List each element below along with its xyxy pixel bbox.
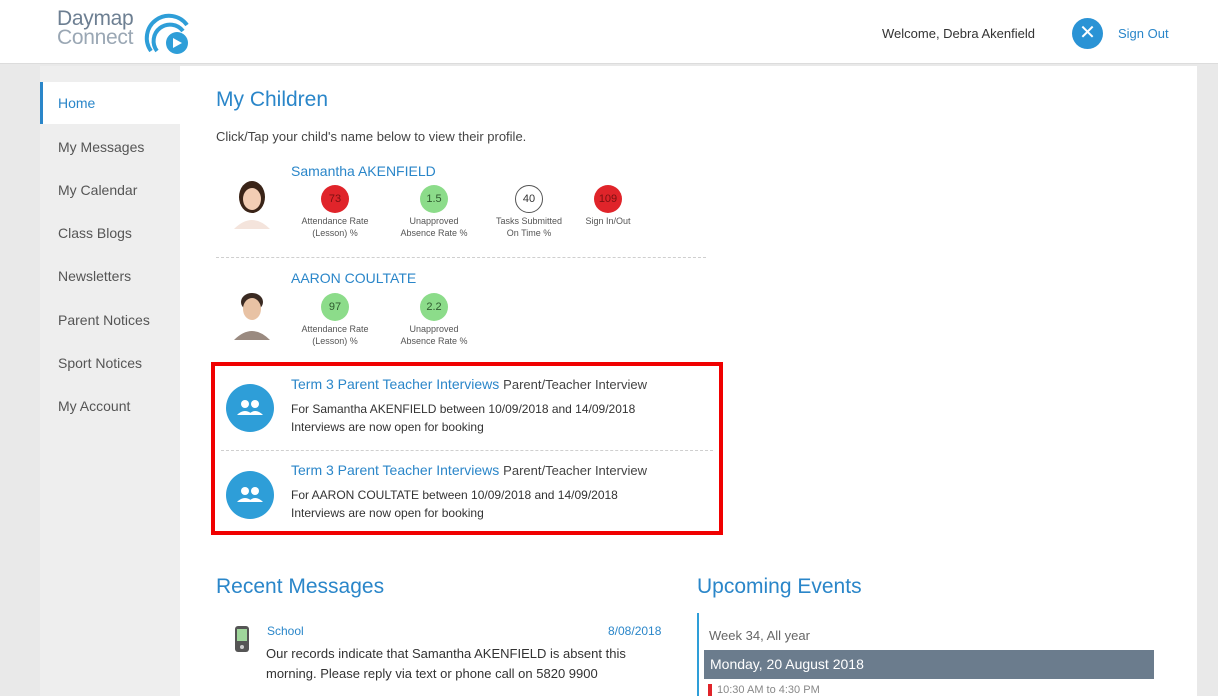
sign-out-link[interactable]: Sign Out [1118,26,1169,41]
notice-link[interactable]: Term 3 Parent Teacher Interviews Parent/… [291,462,647,478]
my-children-heading: My Children [216,88,329,111]
sidebar-item-my-calendar[interactable]: My Calendar [40,169,180,211]
child-name-link[interactable]: AARON COULTATE [291,270,416,286]
people-icon[interactable] [226,471,274,519]
logo-mark-icon [144,13,189,54]
stat-value: 109 [594,185,622,213]
sidebar-item-class-blogs[interactable]: Class Blogs [40,212,180,254]
stat-value: 97 [321,293,349,321]
phone-message-icon [235,626,249,652]
sidebar-item-my-messages[interactable]: My Messages [40,126,180,168]
notice-type: Parent/Teacher Interview [503,377,647,392]
stat-value: 2.2 [420,293,448,321]
sidebar-nav: Home My Messages My Calendar Class Blogs… [40,66,180,696]
people-icon[interactable] [226,384,274,432]
stat-value: 73 [321,185,349,213]
child-avatar-samantha[interactable] [230,177,274,229]
stat-value: 40 [515,185,543,213]
notice-type: Parent/Teacher Interview [503,463,647,478]
message-sender-link[interactable]: School [267,624,304,638]
main-content: My Children Click/Tap your child's name … [180,66,1197,696]
logo-line2: Connect [57,26,134,49]
sidebar-item-parent-notices[interactable]: Parent Notices [40,299,180,341]
sidebar-item-home[interactable]: Home [40,82,180,124]
stat-tasks-submitted[interactable]: 40 Tasks Submitted On Time % [490,185,568,239]
divider [216,257,706,258]
recent-messages-heading: Recent Messages [216,575,385,598]
events-day-header: Monday, 20 August 2018 [704,650,1154,679]
event-time[interactable]: 10:30 AM to 4:30 PM [708,684,820,696]
notice-detail: For AARON COULTATE between 10/09/2018 an… [291,488,618,502]
notice-link[interactable]: Term 3 Parent Teacher Interviews Parent/… [291,376,647,392]
child-avatar-aaron[interactable] [230,288,274,340]
events-accent-rule [697,613,699,696]
message-date: 8/08/2018 [608,624,662,638]
daymap-connect-logo[interactable]: Daymap Connect [57,8,197,59]
notice-detail: For Samantha AKENFIELD between 10/09/201… [291,402,636,416]
sidebar-item-sport-notices[interactable]: Sport Notices [40,342,180,384]
stat-unapproved-absence[interactable]: 2.2 Unapproved Absence Rate % [395,293,473,347]
stat-value: 1.5 [420,185,448,213]
welcome-text: Welcome, Debra Akenfield [882,26,1035,41]
upcoming-events-heading: Upcoming Events [697,575,862,598]
notice-status: Interviews are now open for booking [291,506,484,520]
sidebar-item-my-account[interactable]: My Account [40,385,180,427]
top-header: Daymap Connect Welcome, Debra Akenfield … [0,0,1218,64]
sidebar-item-newsletters[interactable]: Newsletters [40,255,180,297]
events-week-label: Week 34, All year [709,628,810,643]
stat-unapproved-absence[interactable]: 1.5 Unapproved Absence Rate % [395,185,473,239]
message-body[interactable]: Our records indicate that Samantha AKENF… [266,644,676,684]
stat-sign-in-out[interactable]: 109 Sign In/Out [569,185,647,227]
stat-attendance-rate[interactable]: 97 Attendance Rate (Lesson) % [296,293,374,347]
stat-attendance-rate[interactable]: 73 Attendance Rate (Lesson) % [296,185,374,239]
children-intro-text: Click/Tap your child's name below to vie… [216,129,527,144]
divider [221,450,713,451]
child-name-link[interactable]: Samantha AKENFIELD [291,163,436,179]
notice-status: Interviews are now open for booking [291,420,484,434]
sign-out-icon[interactable]: ✕ [1072,18,1103,49]
